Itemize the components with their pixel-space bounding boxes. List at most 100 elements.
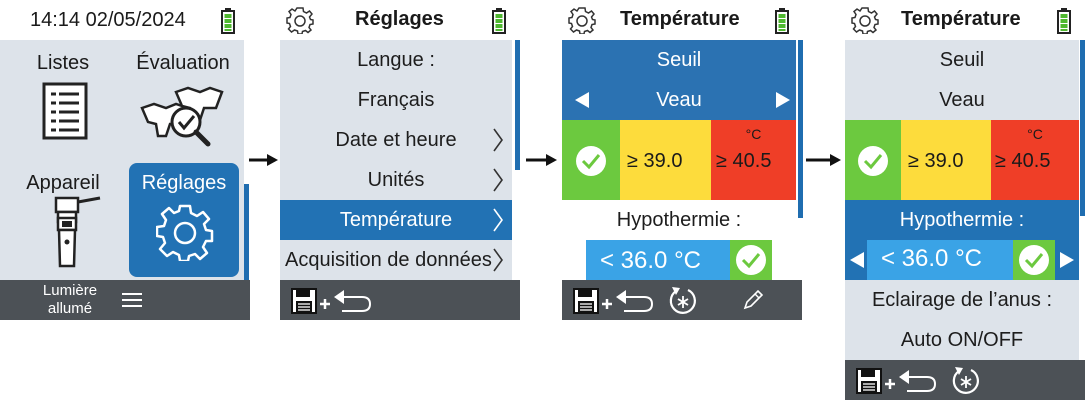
chevron-right-icon	[493, 248, 503, 272]
tile-reglages[interactable]: Réglages	[129, 163, 239, 277]
threshold-red-value: ≥ 40.5	[716, 150, 772, 172]
list-item-date-heure[interactable]: Date et heure	[280, 120, 512, 160]
list-item-label: Acquisition de données	[285, 249, 492, 271]
pencil-icon[interactable]	[740, 287, 766, 313]
tile-label: Évaluation	[136, 52, 230, 74]
hamburger-icon[interactable]	[122, 292, 142, 308]
list-item-label: Température	[339, 209, 453, 231]
animal-selector[interactable]: Veau	[562, 80, 796, 120]
list-item-label: Date et heure	[335, 129, 457, 151]
header: Température	[562, 0, 805, 40]
list-item-temperature[interactable]: Température	[280, 200, 512, 240]
check-icon	[1019, 245, 1049, 275]
header: Réglages	[280, 0, 522, 40]
light-status: Lumière allumé	[30, 282, 110, 318]
page-title: Température	[901, 8, 1021, 30]
page-title: Réglages	[355, 8, 444, 30]
save-and-back-icon[interactable]	[290, 287, 372, 315]
scrollbar[interactable]	[1080, 40, 1085, 216]
check-icon	[576, 146, 606, 176]
temperature-screen: Température Seuil Veau ≥ 39.0 °C ≥ 40.5 …	[562, 0, 805, 320]
threshold-red-value: ≥ 40.5	[995, 150, 1051, 172]
tile-evaluation[interactable]: Évaluation	[128, 44, 238, 156]
light-status-line1: Lumière	[42, 282, 98, 299]
hypothermia-label: Hypothermie :	[562, 200, 796, 240]
gear-icon	[851, 7, 879, 34]
threshold-red-cell: °C ≥ 40.5	[711, 120, 796, 200]
hypothermia-field[interactable]: < 36.0 °C	[867, 240, 1055, 280]
cattle-check-magnifier-icon	[140, 86, 224, 147]
flow-arrow-icon	[526, 154, 557, 166]
footer-bar	[562, 280, 802, 320]
threshold-yellow-value: ≥ 39.0	[627, 150, 683, 172]
gear-icon	[156, 204, 214, 261]
footer-bar: Lumière allumé	[0, 280, 250, 320]
flow-arrow-icon	[249, 154, 278, 166]
flow-arrow-icon	[806, 154, 841, 166]
datetime: 14:14 02/05/2024	[30, 9, 186, 31]
chevron-right-icon	[493, 128, 503, 152]
hypothermia-value: < 36.0 °C	[600, 247, 701, 274]
battery-icon	[775, 8, 789, 39]
check-icon	[736, 245, 766, 275]
battery-icon	[492, 8, 506, 39]
page-title: Température	[620, 8, 740, 30]
status-bar: 14:14 02/05/2024	[0, 0, 244, 40]
list-item-acquisition[interactable]: Acquisition de données	[280, 240, 512, 280]
list-item-unites[interactable]: Unités	[280, 160, 512, 200]
battery-icon	[1057, 8, 1071, 39]
save-and-back-icon[interactable]	[855, 367, 937, 395]
threshold-green-cell	[562, 120, 620, 200]
scrollbar[interactable]	[515, 40, 520, 170]
tile-listes[interactable]: Listes	[8, 44, 118, 156]
tile-label: Listes	[36, 52, 90, 74]
hypothermia-label: Hypothermie :	[845, 200, 1079, 240]
gear-icon	[568, 7, 596, 34]
tile-appareil[interactable]: Appareil	[8, 164, 118, 276]
save-and-back-icon[interactable]	[572, 287, 654, 315]
arrow-right-icon[interactable]	[1059, 252, 1075, 268]
list-document-icon	[42, 82, 88, 140]
hypothermia-field[interactable]: < 36.0 °C	[586, 240, 772, 280]
threshold-yellow-value: ≥ 39.0	[908, 150, 964, 172]
anus-light-value[interactable]: Auto ON/OFF	[845, 320, 1079, 360]
battery-icon	[221, 8, 235, 39]
anus-light-label: Eclairage de l’anus :	[871, 289, 1053, 311]
scrollbar[interactable]	[798, 40, 803, 218]
threshold-label: Seuil	[939, 49, 985, 71]
tile-label: Appareil	[26, 172, 100, 194]
threshold-label: Seuil	[562, 40, 796, 80]
light-status-line2: allumé	[47, 300, 93, 317]
chevron-right-icon	[493, 168, 503, 192]
animal-value[interactable]: Veau	[845, 80, 1079, 120]
animal-value: Veau	[656, 89, 702, 111]
confirm-cell[interactable]	[730, 240, 772, 280]
hypothermia-selector[interactable]: < 36.0 °C	[845, 240, 1079, 280]
reset-icon[interactable]	[668, 285, 698, 315]
unit-label: °C	[1027, 126, 1043, 142]
home-screen: 14:14 02/05/2024 Listes Évaluation Appar…	[0, 0, 250, 320]
list-item-langue-label: Langue :	[357, 49, 435, 71]
threshold-green-cell	[845, 120, 901, 200]
reset-icon[interactable]	[951, 365, 981, 395]
scrollbar[interactable]	[244, 184, 249, 280]
thermometer-device-icon	[54, 196, 101, 268]
unit-label: °C	[745, 126, 762, 142]
footer-bar	[845, 360, 1085, 400]
header: Température	[845, 0, 1085, 40]
settings-screen: Réglages Langue : Français Date et heure…	[280, 0, 522, 320]
arrow-left-icon[interactable]	[849, 252, 865, 268]
tile-label: Réglages	[141, 172, 227, 194]
list-item-francais[interactable]: Français	[280, 80, 512, 120]
threshold-red-cell: °C ≥ 40.5	[991, 120, 1079, 200]
confirm-cell[interactable]	[1013, 240, 1055, 280]
arrow-left-icon[interactable]	[574, 92, 590, 108]
list-item-label: Unités	[367, 169, 425, 191]
gear-icon	[286, 7, 314, 34]
check-icon	[858, 146, 888, 176]
temperature-screen-edit: Température Seuil Veau ≥ 39.0 °C ≥ 40.5 …	[845, 0, 1085, 400]
hypothermia-value: < 36.0 °C	[881, 245, 982, 272]
threshold-yellow-cell: ≥ 39.0	[620, 120, 711, 200]
arrow-right-icon[interactable]	[775, 92, 791, 108]
threshold-yellow-cell: ≥ 39.0	[901, 120, 991, 200]
